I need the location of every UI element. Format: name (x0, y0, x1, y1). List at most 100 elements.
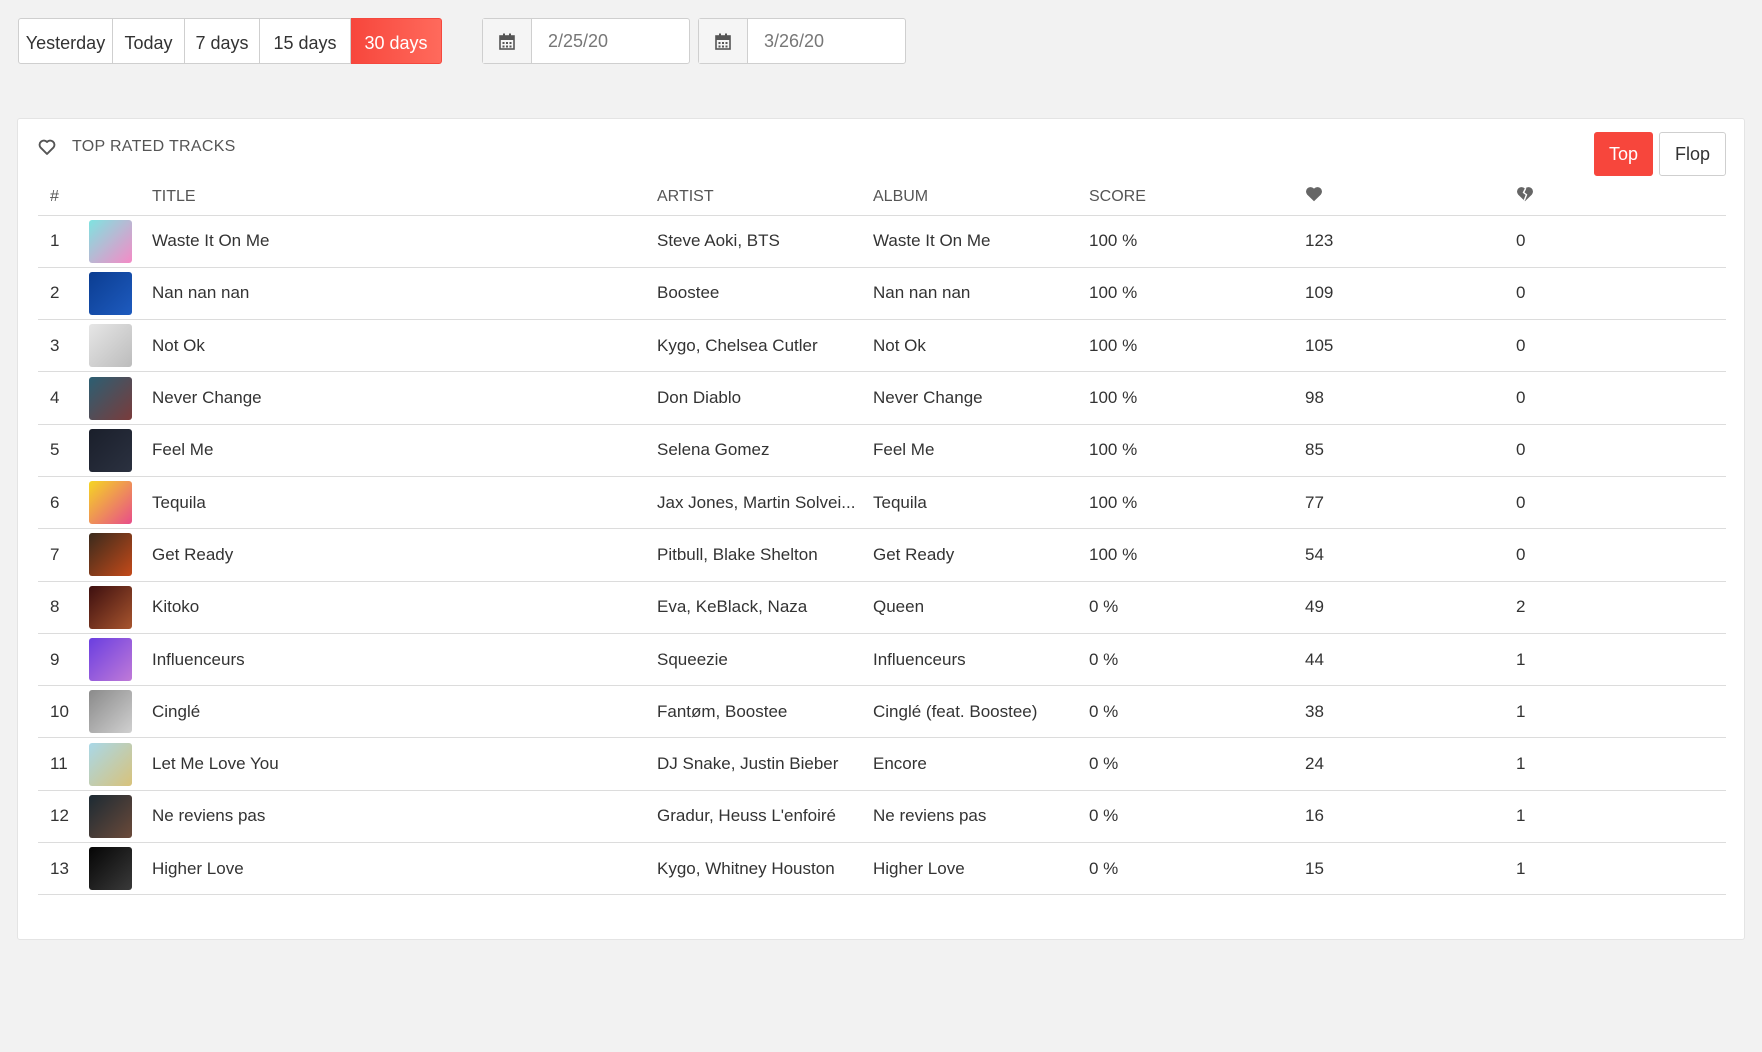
album-cover-image (89, 428, 132, 472)
rank-cell: 6 (38, 476, 88, 530)
artist-cell: Eva, KeBlack, Naza (657, 581, 873, 634)
dislikes-cell: 0 (1516, 319, 1726, 373)
likes-cell: 77 (1305, 476, 1516, 530)
score-cell: 100 % (1089, 319, 1305, 373)
title-cell: Not Ok (152, 319, 657, 373)
dislikes-cell: 1 (1516, 790, 1726, 844)
title-cell: Ne reviens pas (152, 790, 657, 844)
dislikes-cell: 1 (1516, 633, 1726, 687)
range-7-days-button[interactable]: 7 days (185, 18, 260, 64)
album-cell: Feel Me (873, 424, 1089, 477)
likes-header (1305, 179, 1516, 216)
table-row[interactable]: 4 Never Change Don Diablo Never Change 100 %… (38, 371, 1726, 425)
table-row[interactable]: 3 Not Ok Kygo, Chelsea Cutler Not Ok 100 % 10… (38, 319, 1726, 373)
artist-cell: Kygo, Chelsea Cutler (657, 319, 873, 373)
rank-header: # (38, 179, 88, 216)
likes-cell: 24 (1305, 737, 1516, 791)
start-date-input[interactable] (532, 19, 682, 63)
cover-cell (88, 685, 152, 739)
title-cell: Kitoko (152, 581, 657, 634)
score-cell: 100 % (1089, 528, 1305, 582)
cover-cell (88, 319, 152, 373)
cover-cell (88, 790, 152, 844)
artist-cell: Squeezie (657, 633, 873, 687)
score-header: SCORE (1089, 179, 1305, 216)
range-15-days-button[interactable]: 15 days (260, 18, 351, 64)
range-yesterday-button[interactable]: Yesterday (18, 18, 113, 64)
score-cell: 100 % (1089, 424, 1305, 477)
score-cell: 0 % (1089, 842, 1305, 896)
top-rated-tracks-card: TOP RATED TRACKS Top Flop # TITLE ARTIST… (17, 118, 1745, 940)
title-cell: Cinglé (152, 685, 657, 739)
score-cell: 0 % (1089, 685, 1305, 739)
album-cover-image (89, 324, 132, 368)
rank-cell: 1 (38, 215, 88, 268)
table-row[interactable]: 8 Kitoko Eva, KeBlack, Naza Queen 0 % 49 2 (38, 581, 1726, 634)
artist-cell: Kygo, Whitney Houston (657, 842, 873, 896)
card-title: TOP RATED TRACKS (72, 138, 236, 155)
calendar-icon[interactable] (483, 19, 532, 63)
likes-cell: 16 (1305, 790, 1516, 844)
title-cell: Feel Me (152, 424, 657, 477)
card-header: TOP RATED TRACKS (38, 133, 236, 161)
cover-cell (88, 842, 152, 896)
top-button[interactable]: Top (1594, 132, 1653, 176)
album-cover-image (89, 376, 132, 420)
score-cell: 0 % (1089, 790, 1305, 844)
likes-cell: 49 (1305, 581, 1516, 634)
start-date-field (482, 18, 690, 64)
table-row[interactable]: 12 Ne reviens pas Gradur, Heuss L'enfoiré N… (38, 790, 1726, 844)
rank-cell: 2 (38, 267, 88, 321)
rank-cell: 4 (38, 371, 88, 425)
dislikes-cell: 0 (1516, 424, 1726, 477)
table-row[interactable]: 2 Nan nan nan Boostee Nan nan nan 100 % 109 0 (38, 267, 1726, 321)
dislikes-cell: 0 (1516, 476, 1726, 530)
table-row[interactable]: 13 Higher Love Kygo, Whitney Houston Higher… (38, 842, 1726, 896)
rank-cell: 9 (38, 633, 88, 687)
artist-cell: Jax Jones, Martin Solvei... (657, 476, 873, 530)
title-cell: Influenceurs (152, 633, 657, 687)
score-cell: 0 % (1089, 581, 1305, 634)
end-date-field (698, 18, 906, 64)
heart-icon (1305, 186, 1323, 202)
table-row[interactable]: 11 Let Me Love You DJ Snake, Justin Bieber… (38, 737, 1726, 791)
rank-cell: 12 (38, 790, 88, 844)
end-date-input[interactable] (748, 19, 898, 63)
cover-header (88, 179, 152, 216)
table-row[interactable]: 5 Feel Me Selena Gomez Feel Me 100 % 85 0 (38, 424, 1726, 477)
range-button-group: Yesterday Today 7 days 15 days 30 days (18, 18, 442, 64)
rank-cell: 5 (38, 424, 88, 477)
artist-header: ARTIST (657, 179, 873, 216)
cover-cell (88, 528, 152, 582)
album-cover-image (89, 481, 132, 525)
artist-cell: Steve Aoki, BTS (657, 215, 873, 268)
artist-cell: Gradur, Heuss L'enfoiré (657, 790, 873, 844)
table-row[interactable]: 10 Cinglé Fantøm, Boostee Cinglé (feat. Boo… (38, 685, 1726, 739)
table-row[interactable]: 7 Get Ready Pitbull, Blake Shelton Get Read… (38, 528, 1726, 582)
cover-cell (88, 267, 152, 321)
artist-cell: Don Diablo (657, 371, 873, 425)
table-row[interactable]: 1 Waste It On Me Steve Aoki, BTS Waste It O… (38, 215, 1726, 268)
album-cell: Get Ready (873, 528, 1089, 582)
calendar-icon[interactable] (699, 19, 748, 63)
album-cover-image (89, 219, 132, 263)
rank-cell: 11 (38, 737, 88, 791)
cover-cell (88, 581, 152, 634)
table-row[interactable]: 6 Tequila Jax Jones, Martin Solvei... Tequi… (38, 476, 1726, 530)
flop-button[interactable]: Flop (1659, 132, 1726, 176)
score-cell: 100 % (1089, 371, 1305, 425)
score-cell: 0 % (1089, 633, 1305, 687)
dislikes-cell: 0 (1516, 528, 1726, 582)
range-30-days-button[interactable]: 30 days (351, 18, 442, 64)
album-cell: Not Ok (873, 319, 1089, 373)
dislikes-cell: 0 (1516, 215, 1726, 268)
album-cell: Waste It On Me (873, 215, 1089, 268)
rank-cell: 13 (38, 842, 88, 896)
table-row[interactable]: 9 Influenceurs Squeezie Influenceurs 0 % 44 1 (38, 633, 1726, 687)
artist-cell: DJ Snake, Justin Bieber (657, 737, 873, 791)
album-cover-image (89, 690, 132, 734)
date-filter-bar: Yesterday Today 7 days 15 days 30 days (18, 18, 442, 64)
range-today-button[interactable]: Today (113, 18, 185, 64)
dislikes-header (1516, 179, 1726, 216)
title-cell: Waste It On Me (152, 215, 657, 268)
